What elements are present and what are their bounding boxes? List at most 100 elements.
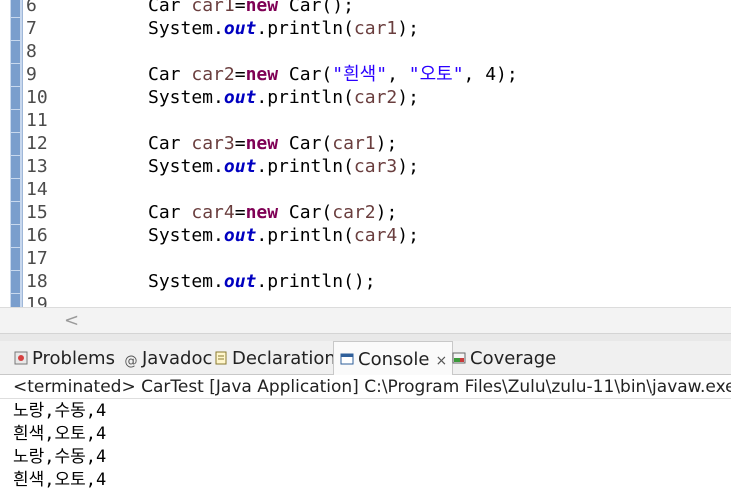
code-token: car1 <box>353 18 398 39</box>
line-number: 6 <box>26 0 37 16</box>
console-icon <box>340 353 354 365</box>
code-token: = <box>234 133 246 154</box>
tab-problems-label: Problems <box>32 348 115 369</box>
code-line[interactable]: 12 Car car3=new Car(car1); <box>0 132 731 155</box>
line-number: 8 <box>26 41 37 62</box>
code-line[interactable]: 9 Car car2=new Car("흰색", "오토", 4); <box>0 63 731 86</box>
code-token: .println( <box>256 156 354 177</box>
tab-coverage-label: Coverage <box>470 348 557 369</box>
code-text: System.out.println(car2); <box>148 86 419 109</box>
code-token: ); <box>397 87 419 108</box>
code-line[interactable]: 16 System.out.println(car4); <box>0 224 731 247</box>
code-token: , 4); <box>463 64 518 85</box>
code-token: Car( <box>278 133 333 154</box>
code-token: .println( <box>256 87 354 108</box>
code-line[interactable]: 18 System.out.println(); <box>0 270 731 293</box>
code-token: car4 <box>353 225 398 246</box>
code-token: new <box>245 64 279 85</box>
line-number: 7 <box>26 18 37 39</box>
tab-javadoc-label: Javadoc <box>142 348 213 369</box>
code-token: .println( <box>256 18 354 39</box>
code-token: Car <box>148 64 192 85</box>
line-number: 12 <box>26 133 48 154</box>
code-text: Car car3=new Car(car1); <box>148 132 397 155</box>
code-token: car3 <box>353 156 398 177</box>
declaration-icon <box>215 351 227 365</box>
code-token: System. <box>148 18 224 39</box>
line-number: 11 <box>26 110 48 131</box>
code-token: ); <box>375 133 398 154</box>
code-token: System. <box>148 156 224 177</box>
code-token: Car( <box>278 202 333 223</box>
code-text: Car car1=new Car(); <box>148 0 354 17</box>
line-number: 9 <box>26 64 37 85</box>
code-token: System. <box>148 87 224 108</box>
code-token: ); <box>397 156 419 177</box>
code-line[interactable]: 19 <box>0 293 731 307</box>
code-text: Car car4=new Car(car2); <box>148 201 397 224</box>
line-number: 14 <box>26 179 48 200</box>
code-text: System.out.println(); <box>148 270 376 293</box>
code-token: .println(); <box>256 271 376 292</box>
code-line[interactable]: 8 <box>0 40 731 63</box>
editor-horizontal-scrollbar[interactable]: < <box>0 307 731 334</box>
code-line[interactable]: 17 <box>0 247 731 270</box>
code-line[interactable]: 11 <box>0 109 731 132</box>
javadoc-icon: @ <box>124 354 138 369</box>
code-text: System.out.println(car3); <box>148 155 419 178</box>
code-token: out <box>223 18 257 39</box>
tab-console-label: Console <box>358 349 430 370</box>
code-token: Car(); <box>278 0 354 16</box>
code-token: , <box>387 64 409 85</box>
code-token: .println( <box>256 225 354 246</box>
scroll-left-arrow[interactable]: < <box>64 310 79 331</box>
close-icon[interactable]: × <box>435 353 447 369</box>
code-line[interactable]: 13 System.out.println(car3); <box>0 155 731 178</box>
console-output-line: 흰색,오토,4 <box>13 424 107 444</box>
code-token: = <box>234 0 246 16</box>
tab-console[interactable]: Console × <box>333 341 453 375</box>
code-text: System.out.println(car1); <box>148 17 419 40</box>
console-status: <terminated> CarTest [Java Application] … <box>13 377 731 397</box>
code-token: System. <box>148 271 224 292</box>
code-token: Car <box>148 133 192 154</box>
code-line[interactable]: 7 System.out.println(car1); <box>0 17 731 40</box>
code-line[interactable]: 14 <box>0 178 731 201</box>
console-output-line: 노랑,수동,4 <box>13 401 107 421</box>
tab-coverage[interactable]: Coverage <box>452 341 556 374</box>
line-number: 19 <box>26 294 48 307</box>
code-token: = <box>234 64 246 85</box>
code-line[interactable]: 15 Car car4=new Car(car2); <box>0 201 731 224</box>
code-token: out <box>223 156 257 177</box>
code-token: out <box>223 225 257 246</box>
line-number: 15 <box>26 202 48 223</box>
coverage-icon <box>452 352 466 364</box>
tab-declaration-label: Declaration <box>232 348 336 369</box>
tab-javadoc[interactable]: @ Javadoc <box>124 341 213 374</box>
line-number: 13 <box>26 156 48 177</box>
code-token: "오토" <box>408 64 464 85</box>
code-token: System. <box>148 225 224 246</box>
problems-icon <box>14 351 28 365</box>
code-token: Car <box>148 202 192 223</box>
code-token: ); <box>397 225 419 246</box>
code-text: Car car2=new Car("흰색", "오토", 4); <box>148 63 518 86</box>
tab-problems[interactable]: Problems <box>14 341 115 374</box>
code-token: car4 <box>191 202 235 223</box>
code-line[interactable]: 6 Car car1=new Car(); <box>0 0 731 17</box>
code-token: = <box>234 202 246 223</box>
code-line[interactable]: 10 System.out.println(car2); <box>0 86 731 109</box>
console-output-line: 노랑,수동,4 <box>13 447 107 467</box>
tab-declaration[interactable]: Declaration <box>214 341 336 374</box>
code-token: new <box>245 202 279 223</box>
code-token: car1 <box>191 0 235 16</box>
code-token: car3 <box>191 133 235 154</box>
code-token: car1 <box>332 133 376 154</box>
line-number: 10 <box>26 87 48 108</box>
code-token: new <box>245 133 279 154</box>
console-output[interactable]: 노랑,수동,4 흰색,오토,4 노랑,수동,4 흰색,오토,4 <box>0 398 731 502</box>
code-token: Car( <box>278 64 333 85</box>
code-token: ); <box>375 202 398 223</box>
code-editor[interactable]: 6 Car car1=new Car(); 7 System.out.println(… <box>0 0 731 307</box>
code-token: new <box>245 0 279 16</box>
